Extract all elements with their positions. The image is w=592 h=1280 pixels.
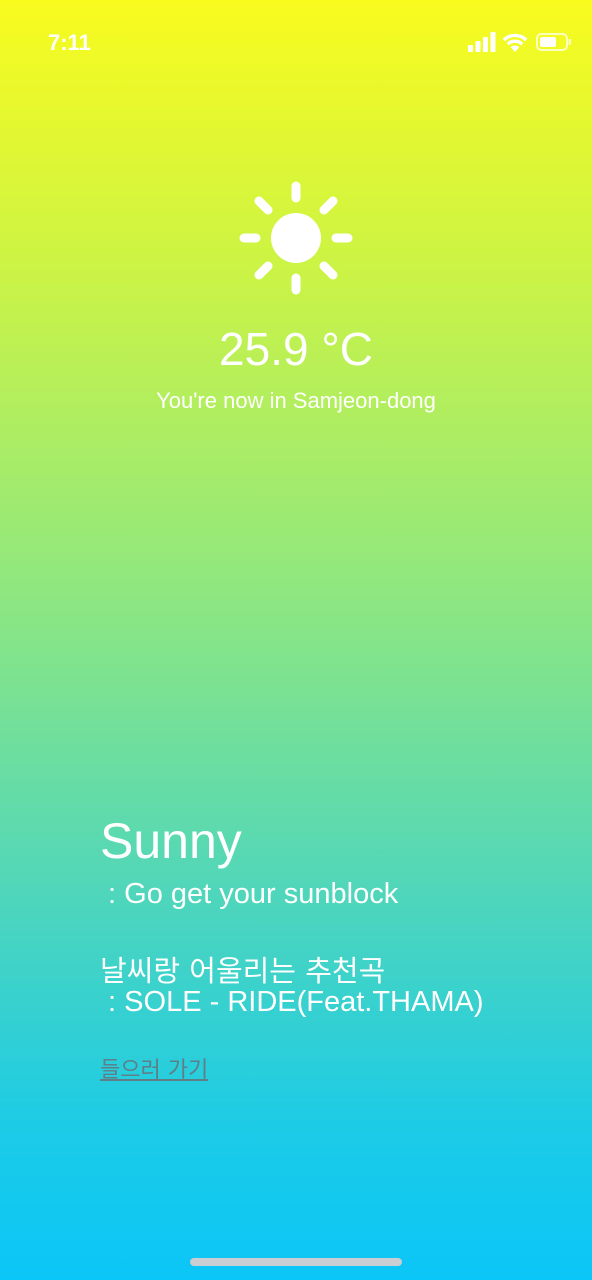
status-bar: 7:11 <box>0 0 592 88</box>
recommendation-heading: 날씨랑 어울리는 추천곡 <box>100 954 386 988</box>
weather-condition-description: : Go get your sunblock <box>100 878 399 910</box>
home-indicator[interactable] <box>190 1258 402 1266</box>
weather-condition: Sunny <box>100 813 242 869</box>
battery-icon <box>536 33 571 51</box>
recommended-song: : SOLE - RIDE(Feat.THAMA) <box>100 986 484 1018</box>
sun-icon <box>236 178 356 298</box>
listen-link[interactable]: 들으러 가기 <box>100 1052 208 1084</box>
temperature: 25.9 °C <box>219 323 373 375</box>
location-label: You're now in Samjeon-dong <box>156 388 436 413</box>
cellular-signal-icon <box>468 32 496 52</box>
wifi-icon <box>502 33 528 52</box>
status-time: 7:11 <box>48 30 91 55</box>
